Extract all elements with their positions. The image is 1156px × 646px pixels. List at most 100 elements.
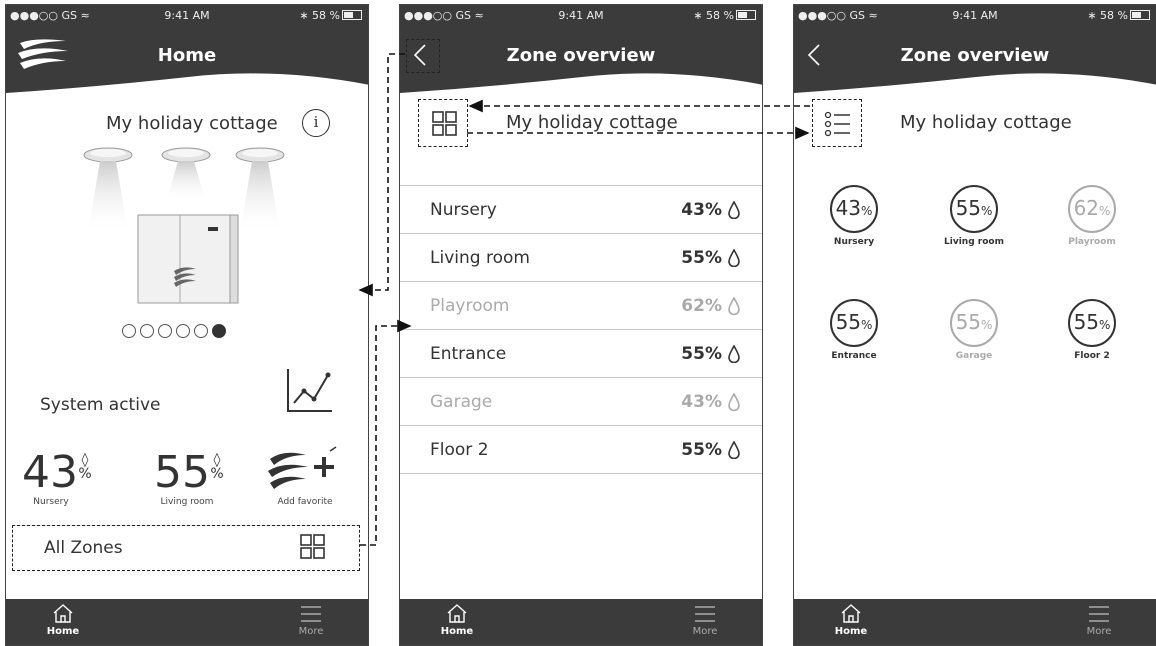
page-title: Zone overview	[900, 45, 1050, 66]
zone-humidity: 43%	[681, 392, 722, 412]
tab-home[interactable]: Home	[432, 603, 482, 637]
menu-icon	[301, 606, 321, 622]
tab-bar: Home More	[6, 599, 368, 645]
zone-row[interactable]: Playroom 62%	[400, 281, 762, 329]
zone-humidity-circle[interactable]: 55%	[1068, 299, 1116, 347]
tab-more[interactable]: More	[286, 603, 336, 637]
zone-value: 55	[955, 196, 982, 220]
zone-humidity-circle[interactable]: 55%	[950, 185, 998, 233]
home-icon	[447, 604, 467, 623]
status-bar: ●●●○○ GS ≈ 9:41 AM ∗ 58 %	[6, 9, 368, 25]
tab-home[interactable]: Home	[38, 603, 88, 637]
favorite-living-room-value[interactable]: 55 ◊%	[154, 451, 224, 495]
ventilation-unit-illustration	[83, 147, 285, 304]
zone-label: Playroom	[1068, 237, 1116, 247]
tab-home-label: Home	[46, 626, 80, 637]
info-icon[interactable]: i	[302, 109, 330, 137]
zone-grid-screen: ●●●○○ GS ≈ 9:41 AM ∗ 58 % Zone overview …	[793, 4, 1156, 646]
favorite-unit: %	[78, 466, 92, 482]
zone-row[interactable]: Entrance 55%	[400, 329, 762, 377]
chart-icon[interactable]	[284, 367, 334, 415]
battery-label: 58 %	[706, 9, 734, 22]
droplet-icon	[728, 393, 740, 411]
droplet-icon	[728, 297, 740, 315]
zone-name: Playroom	[430, 296, 510, 316]
zone-row[interactable]: Floor 2 55%	[400, 425, 762, 473]
highlight-view-toggle	[418, 99, 468, 147]
page-title: Home	[157, 45, 217, 66]
droplet-icon	[728, 201, 740, 219]
home-screen: ●●●○○ GS ≈ 9:41 AM ∗ 58 % Home My holida…	[5, 4, 369, 646]
home-icon	[53, 604, 73, 623]
zone-label: Nursery	[833, 237, 875, 247]
status-bar: ●●●○○ GS ≈ 9:41 AM ∗ 58 %	[400, 9, 762, 25]
zone-name: Nursery	[430, 200, 497, 220]
zone-name: Garage	[430, 392, 493, 412]
tab-home[interactable]: Home	[826, 603, 876, 637]
page-title: Zone overview	[506, 45, 656, 66]
favorite-nursery-label: Nursery	[33, 497, 69, 507]
zone-name: Living room	[430, 248, 530, 268]
highlight-all-zones	[12, 525, 360, 571]
battery-label: 58 %	[1100, 9, 1128, 22]
droplet-icon	[728, 345, 740, 363]
tab-bar: Home More	[794, 599, 1156, 645]
zone-humidity-circle[interactable]: 43%	[830, 185, 878, 233]
carousel-dot[interactable]	[194, 324, 208, 338]
tab-more[interactable]: More	[1074, 603, 1124, 637]
droplet-icon	[728, 441, 740, 459]
zone-humidity: 55%	[681, 440, 722, 460]
zone-row[interactable]: Nursery 43%	[400, 185, 762, 233]
zone-humidity-circle[interactable]: 55%	[830, 299, 878, 347]
battery-label: 58 %	[312, 9, 340, 22]
cottage-name: My holiday cottage	[106, 113, 278, 134]
carousel-dot[interactable]	[140, 324, 154, 338]
zone-humidity: 43%	[681, 200, 722, 220]
droplet-icon: ◊	[213, 452, 221, 468]
favorite-living-room-label: Living room	[160, 497, 214, 507]
carousel-dot[interactable]	[158, 324, 172, 338]
tab-more[interactable]: More	[680, 603, 730, 637]
battery-icon	[342, 10, 362, 20]
status-bar: ●●●○○ GS ≈ 9:41 AM ∗ 58 %	[794, 9, 1156, 25]
highlight-view-toggle	[812, 99, 862, 147]
carousel-dot-active[interactable]	[212, 324, 226, 338]
zone-unit: %	[1099, 318, 1111, 332]
list-divider	[400, 473, 762, 474]
tab-more-label: More	[298, 626, 324, 637]
carousel-dot[interactable]	[176, 324, 190, 338]
battery-icon	[1130, 10, 1150, 20]
zone-name: Entrance	[430, 344, 507, 364]
zone-value: 43	[835, 196, 862, 220]
system-status: System active	[40, 395, 161, 415]
add-favorite-label[interactable]: Add favorite	[260, 497, 350, 507]
header: ●●●○○ GS ≈ 9:41 AM ∗ 58 % Zone overview	[400, 5, 762, 105]
zone-humidity-circle[interactable]: 62%	[1068, 185, 1116, 233]
header: ●●●○○ GS ≈ 9:41 AM ∗ 58 % Home	[6, 5, 368, 105]
zone-label: Entrance	[831, 351, 877, 361]
favorite-nursery-value[interactable]: 43 ◊%	[22, 451, 92, 495]
nozzle-icon	[83, 147, 133, 233]
zone-row[interactable]: Living room 55%	[400, 233, 762, 281]
zone-name: Floor 2	[430, 440, 489, 460]
zone-row[interactable]: Garage 43%	[400, 377, 762, 425]
zone-humidity-circle[interactable]: 55%	[950, 299, 998, 347]
carousel-indicator[interactable]	[122, 323, 230, 342]
tab-bar: Home More	[400, 599, 762, 645]
tab-more-label: More	[1086, 626, 1112, 637]
bluetooth-icon: ∗	[1087, 9, 1097, 22]
cottage-name: My holiday cottage	[900, 112, 1072, 133]
droplet-icon	[728, 249, 740, 267]
zone-value: 55	[955, 310, 982, 334]
carousel-dot[interactable]	[122, 324, 136, 338]
menu-icon	[1089, 606, 1109, 622]
highlight-back	[406, 39, 440, 73]
tab-home-label: Home	[440, 626, 474, 637]
add-favorite-icon[interactable]	[266, 445, 340, 493]
zone-unit: %	[981, 204, 993, 218]
tab-more-label: More	[692, 626, 718, 637]
battery-icon	[736, 10, 756, 20]
zone-humidity: 55%	[681, 248, 722, 268]
zone-unit: %	[861, 318, 873, 332]
zone-unit: %	[861, 204, 873, 218]
